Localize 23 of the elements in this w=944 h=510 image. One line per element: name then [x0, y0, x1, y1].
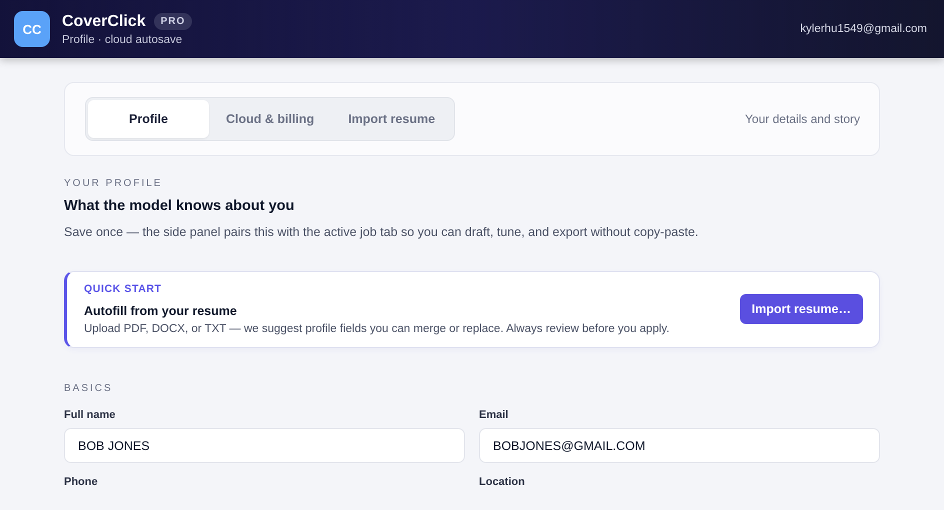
input-field[interactable]: BOBJONES@GMAIL.COM	[479, 428, 880, 463]
field-label: Email	[479, 409, 510, 421]
app-name: CoverClick	[62, 12, 146, 30]
section-description: Save once — the side panel pairs this with the active job tab so you can draft, tune, and export without copy-paste.	[64, 225, 700, 239]
card-description: Upload PDF, DOCX, or TXT — we suggest profile fields you can merge or replace. Always review before you apply.	[84, 323, 670, 335]
field-label: Location	[479, 476, 526, 488]
tab[interactable]: Profile	[88, 100, 209, 138]
section-label: YOUR PROFILE	[64, 178, 164, 189]
tab[interactable]: Import resume	[331, 100, 452, 138]
app-subtitle: Profile · cloud autosave	[62, 34, 184, 46]
card-title: Autofill from your resume	[84, 304, 238, 318]
app-logo: CC	[14, 11, 50, 47]
section-label: BASICS	[64, 383, 114, 394]
card-label: QUICK START	[84, 283, 163, 295]
plan-badge: PRO	[154, 13, 192, 30]
import-resume-button[interactable]: Import resume…	[740, 294, 863, 324]
account-email: kylerhu1549@gmail.com	[800, 23, 927, 35]
field-label: Full name	[64, 409, 116, 421]
tab[interactable]: Cloud & billing	[209, 100, 332, 138]
section-title: What the model knows about you	[64, 198, 296, 214]
field-label: Phone	[64, 476, 99, 488]
input-field[interactable]: BOB JONES	[64, 428, 465, 463]
tabs-caption: Your details and story	[745, 112, 860, 126]
